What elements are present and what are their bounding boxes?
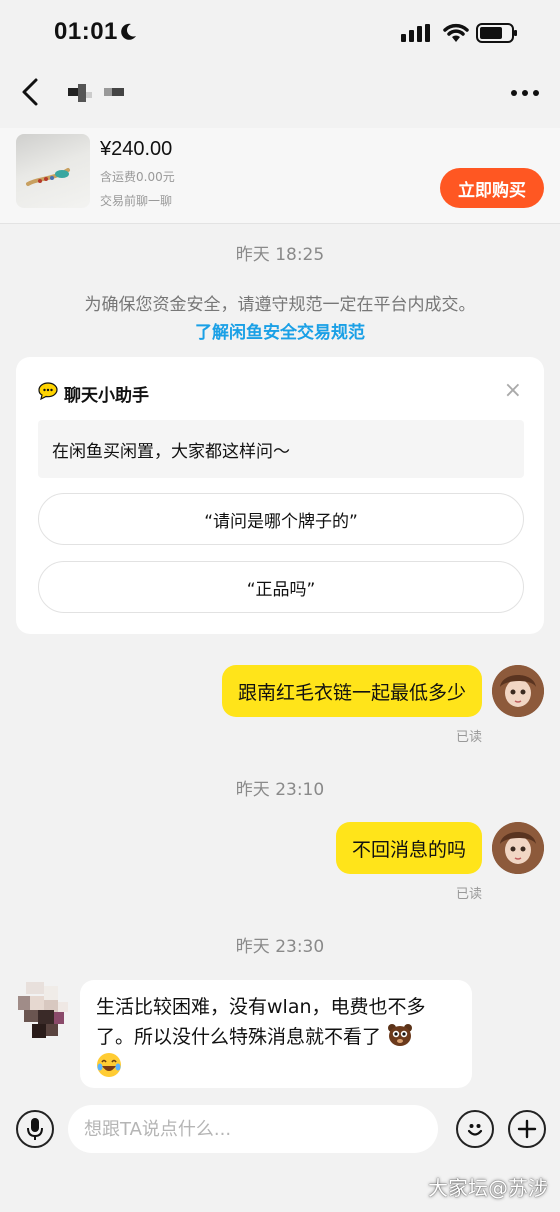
suggestion-chip[interactable]: “请问是哪个牌子的”	[38, 493, 524, 545]
chat-first-hint: 交易前聊一聊	[100, 194, 173, 208]
close-icon[interactable]: ×	[504, 380, 522, 402]
seller-avatar[interactable]	[18, 982, 70, 1040]
my-avatar[interactable]	[492, 665, 544, 717]
message-line	[96, 1052, 456, 1087]
assistant-prompt: 在闲鱼买闲置，大家都这样问～	[38, 420, 524, 478]
signal-icon	[401, 24, 430, 42]
plus-icon	[517, 1119, 537, 1139]
timestamp: 昨天 23:10	[235, 780, 325, 800]
timestamp: 昨天 18:25	[235, 245, 325, 265]
message-line: 了。所以没什么特殊消息就不看了	[96, 1022, 456, 1052]
chat-bubble-icon	[38, 382, 58, 401]
suggestion-chip[interactable]: “正品吗”	[38, 561, 524, 613]
doll-avatar-icon	[492, 822, 544, 874]
my-message-bubble[interactable]: 跟南红毛衣链一起最低多少	[221, 665, 482, 717]
safety-rules-link[interactable]: 了解闲鱼安全交易规范	[0, 318, 560, 343]
bear-emoji-icon	[388, 1024, 413, 1046]
product-thumbnail[interactable]	[16, 134, 90, 208]
shipping-fee: 含运费0.00元	[100, 170, 175, 184]
smiley-icon	[467, 1124, 483, 1136]
assistant-title: 聊天小助手	[64, 386, 149, 406]
status-time: 01:01	[54, 18, 118, 45]
product-image-icon	[26, 168, 70, 186]
read-receipt: 已读	[456, 887, 483, 902]
laughing-tears-emoji-icon	[97, 1053, 121, 1077]
product-bar[interactable]: ¥240.00 含运费0.00元 交易前聊一聊 立即购买	[0, 128, 560, 224]
my-message-bubble[interactable]: 不回消息的吗	[335, 822, 482, 874]
timestamp: 昨天 23:30	[235, 937, 325, 957]
microphone-icon	[27, 1118, 43, 1140]
battery-icon	[476, 23, 517, 43]
status-bar: 01:01	[0, 0, 560, 64]
message-input[interactable]	[68, 1105, 438, 1153]
read-receipt: 已读	[456, 730, 483, 745]
moon-icon	[121, 23, 136, 40]
plus-button[interactable]	[508, 1110, 546, 1148]
chat-assistant-card: 聊天小助手 × 在闲鱼买闲置，大家都这样问～ “请问是哪个牌子的” “正品吗”	[16, 357, 544, 634]
more-dots-icon[interactable]	[510, 88, 540, 98]
emoji-button[interactable]	[456, 1110, 494, 1148]
doll-avatar-icon	[492, 665, 544, 717]
safety-notice: 为确保您资金安全，请遵守规范一定在平台内成交。	[84, 295, 476, 315]
voice-button[interactable]	[16, 1110, 54, 1148]
nickname-pixelated	[68, 84, 124, 102]
wifi-icon	[443, 23, 469, 42]
seller-message-bubble[interactable]: 生活比较困难，没有wlan，电费也不多 了。所以没什么特殊消息就不看了	[80, 980, 472, 1088]
input-bar	[0, 1100, 560, 1160]
buy-now-button[interactable]: 立即购买	[440, 168, 544, 208]
message-text: 了。所以没什么特殊消息就不看了	[96, 1026, 382, 1048]
watermark: 大家坛@苏涉	[428, 1176, 548, 1200]
product-price: ¥240.00	[100, 138, 173, 160]
message-line: 生活比较困难，没有wlan，电费也不多	[96, 996, 426, 1018]
back-button[interactable]	[16, 74, 48, 110]
my-avatar[interactable]	[492, 822, 544, 874]
